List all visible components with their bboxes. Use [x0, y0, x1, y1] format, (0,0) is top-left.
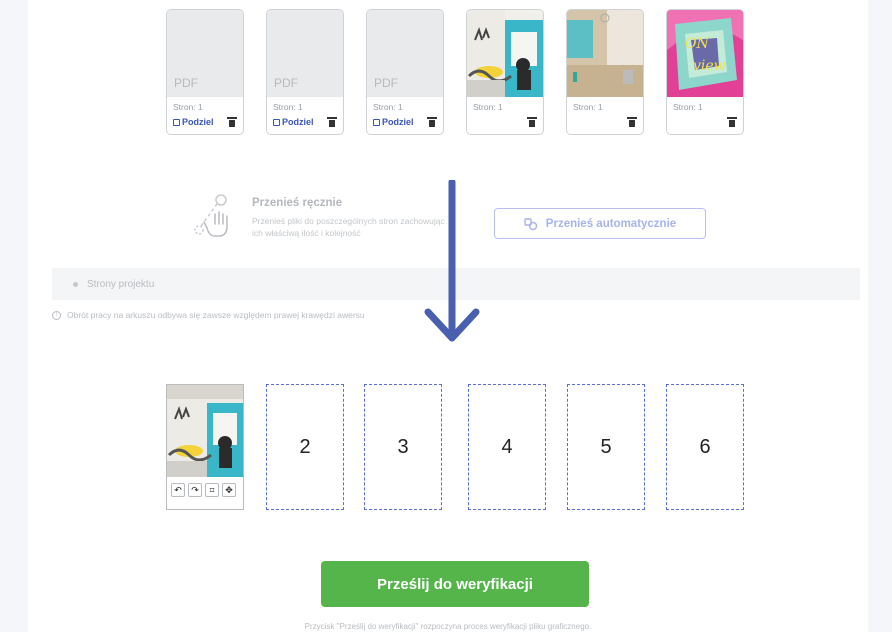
page-slot-3[interactable]: 3	[364, 384, 442, 510]
page-number: 3	[397, 435, 409, 458]
on-view-thumbnail-image: ON view	[667, 10, 743, 97]
split-checkbox-icon	[273, 118, 280, 126]
pages-count: Stron: 1	[373, 102, 403, 112]
file-card-1[interactable]: PDF Stron: 1 Podziel	[166, 9, 244, 135]
poster-page-image	[167, 385, 243, 477]
crop-icon[interactable]: ⌗	[205, 483, 219, 497]
svg-text:ON: ON	[685, 36, 709, 52]
main-panel: PDF Stron: 1 Podziel PDF Stron: 1 Podzie…	[28, 0, 868, 632]
file-card-4[interactable]: Stron: 1	[466, 9, 544, 135]
page-number: 2	[299, 435, 311, 458]
auto-move-button[interactable]: Przenieś automatycznie	[494, 208, 706, 239]
trash-icon[interactable]	[227, 117, 237, 127]
page-slot-2[interactable]: 2	[266, 384, 344, 510]
split-link[interactable]: Podziel	[173, 117, 214, 127]
page-thumbnail	[167, 385, 243, 477]
pdf-label: PDF	[374, 76, 398, 90]
split-label: Podziel	[182, 117, 214, 127]
trash-icon[interactable]	[527, 117, 537, 127]
trash-icon[interactable]	[627, 117, 637, 127]
page-tools: ↶ ↷ ⌗ ✥	[171, 483, 236, 497]
rotate-right-icon[interactable]: ↷	[188, 483, 202, 497]
trash-icon[interactable]	[727, 117, 737, 127]
svg-text:view: view	[693, 58, 726, 74]
rotate-left-icon[interactable]: ↶	[171, 483, 185, 497]
move-icon[interactable]: ✥	[222, 483, 236, 497]
submit-note: Przycisk "Prześlij do weryfikacji" rozpo…	[304, 622, 592, 631]
rotation-info: ! Obrót pracy na arkuszu odbywa się zaws…	[52, 310, 365, 320]
file-card-6[interactable]: ON view Stron: 1	[666, 9, 744, 135]
info-icon: !	[52, 310, 61, 320]
photo-thumbnail-image	[567, 10, 643, 97]
manual-move-description: Przenieś pliki do poszczególnych stron z…	[252, 216, 445, 238]
split-label: Podziel	[382, 117, 414, 127]
page-slot-1[interactable]: ↶ ↷ ⌗ ✥	[166, 384, 244, 510]
file-card-2[interactable]: PDF Stron: 1 Podziel	[266, 9, 344, 135]
poster-thumbnail-image	[467, 10, 543, 97]
split-label: Podziel	[282, 117, 314, 127]
file-card-5[interactable]: Stron: 1	[566, 9, 644, 135]
page-slot-4[interactable]: 4	[468, 384, 546, 510]
submit-for-verification-button[interactable]: Prześlij do weryfikacji	[321, 561, 589, 607]
pdf-label: PDF	[174, 76, 198, 90]
pages-count: Stron: 1	[173, 102, 203, 112]
manual-move-title: Przenieś ręcznie	[252, 197, 343, 209]
image-thumbnail	[467, 10, 543, 97]
file-thumbnail: PDF	[367, 10, 443, 97]
page-slot-6[interactable]: 6	[666, 384, 744, 510]
image-thumbnail: ON view	[667, 10, 743, 97]
auto-move-label: Przenieś automatycznie	[545, 217, 677, 230]
trash-icon[interactable]	[427, 117, 437, 127]
file-thumbnail: PDF	[167, 10, 243, 97]
bullet-icon	[73, 281, 78, 287]
pages-count: Stron: 1	[473, 102, 503, 112]
page-number: 6	[699, 435, 711, 458]
section-title: Strony projektu	[87, 278, 155, 290]
file-card-3[interactable]: PDF Stron: 1 Podziel	[366, 9, 444, 135]
pages-count: Stron: 1	[273, 102, 303, 112]
split-link[interactable]: Podziel	[273, 117, 314, 127]
page-slot-5[interactable]: 5	[567, 384, 645, 510]
pages-count: Stron: 1	[573, 102, 603, 112]
image-thumbnail	[567, 10, 643, 97]
split-checkbox-icon	[173, 118, 180, 126]
file-thumbnail: PDF	[267, 10, 343, 97]
down-arrow-icon	[424, 180, 480, 342]
split-checkbox-icon	[373, 118, 380, 126]
pdf-label: PDF	[274, 76, 298, 90]
auto-move-icon	[524, 217, 537, 230]
rotation-info-text: Obrót pracy na arkuszu odbywa się zawsze…	[67, 310, 365, 320]
pages-count: Stron: 1	[673, 102, 703, 112]
trash-icon[interactable]	[327, 117, 337, 127]
page-number: 4	[501, 435, 513, 458]
drag-hand-icon	[194, 194, 228, 237]
page-number: 5	[600, 435, 612, 458]
split-link[interactable]: Podziel	[373, 117, 414, 127]
